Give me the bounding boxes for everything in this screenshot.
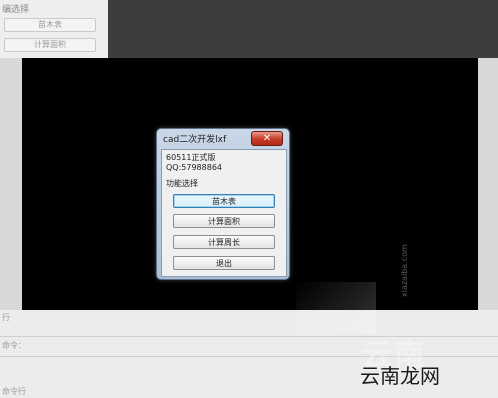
command-prompt: 命令： <box>2 341 26 350</box>
qq-label: QQ:57988864 <box>166 163 223 172</box>
version-label: 60511正式版 <box>166 153 216 162</box>
background-button-1: 苗木表 <box>4 18 96 32</box>
canvas-glow <box>296 282 376 334</box>
calculate-perimeter-button[interactable]: 计算周长 <box>173 235 275 249</box>
function-group-label: 功能选择 <box>166 179 198 188</box>
background-button-2: 计算面积 <box>4 38 96 52</box>
background-panel: 编选择 苗木表 计算面积 <box>0 0 109 58</box>
background-dark-area <box>108 0 498 58</box>
close-button[interactable]: ✕ <box>251 131 283 146</box>
background-panel-title: 编选择 <box>2 5 30 15</box>
command-text: 行 <box>2 313 10 322</box>
dialog-title: cad二次开发lxf <box>163 135 227 145</box>
background-right-strip <box>478 58 498 310</box>
function-dialog: cad二次开发lxf ✕ 60511正式版 QQ:57988864 功能选择 苗… <box>156 128 290 280</box>
dialog-body: 60511正式版 QQ:57988864 功能选择 苗木表 计算面积 计算周长 … <box>161 149 287 277</box>
command-line-label: 命令行 <box>2 387 26 396</box>
background-left-strip <box>0 58 22 310</box>
watermark-name: 云南龙网 <box>360 364 440 388</box>
calculate-area-button[interactable]: 计算面积 <box>173 214 275 228</box>
exit-button[interactable]: 退出 <box>173 256 275 270</box>
watermark-url: xiazaiba.com <box>400 244 409 297</box>
nursery-table-button[interactable]: 苗木表 <box>173 194 275 208</box>
